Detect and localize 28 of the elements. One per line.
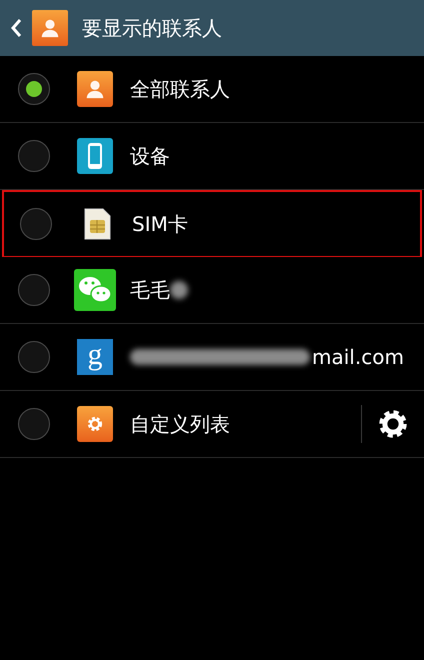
radio-button[interactable] xyxy=(18,408,50,440)
radio-button[interactable] xyxy=(20,208,52,240)
settings-icon[interactable] xyxy=(378,409,408,439)
chat-bubbles-icon xyxy=(74,269,116,311)
contact-icon xyxy=(77,71,113,107)
source-label: 设备 xyxy=(130,143,170,170)
source-label: mail.com xyxy=(312,344,404,371)
blurred-text xyxy=(170,281,188,299)
source-label: 全部联系人 xyxy=(130,76,230,103)
screen-title: 要显示的联系人 xyxy=(82,15,222,42)
source-label: 自定义列表 xyxy=(130,411,230,438)
source-label: 毛毛 xyxy=(130,277,170,304)
contact-source-row[interactable]: SIM卡 xyxy=(2,190,422,257)
settings-icon xyxy=(77,406,113,442)
contact-source-row[interactable]: 设备 xyxy=(0,123,424,190)
radio-button[interactable] xyxy=(18,274,50,306)
contact-source-row[interactable]: 自定义列表 xyxy=(0,391,424,458)
radio-button[interactable] xyxy=(18,73,50,105)
google-icon: g xyxy=(77,339,113,375)
contact-source-row[interactable]: 毛毛 xyxy=(0,257,424,324)
contact-source-row[interactable]: g mail.com xyxy=(0,324,424,391)
radio-button[interactable] xyxy=(18,140,50,172)
phone-icon xyxy=(77,138,113,174)
contact-source-row[interactable]: 全部联系人 xyxy=(0,56,424,123)
contacts-app-icon xyxy=(32,10,68,46)
source-label: SIM卡 xyxy=(132,211,188,238)
back-icon[interactable] xyxy=(10,18,22,38)
radio-button[interactable] xyxy=(18,341,50,373)
